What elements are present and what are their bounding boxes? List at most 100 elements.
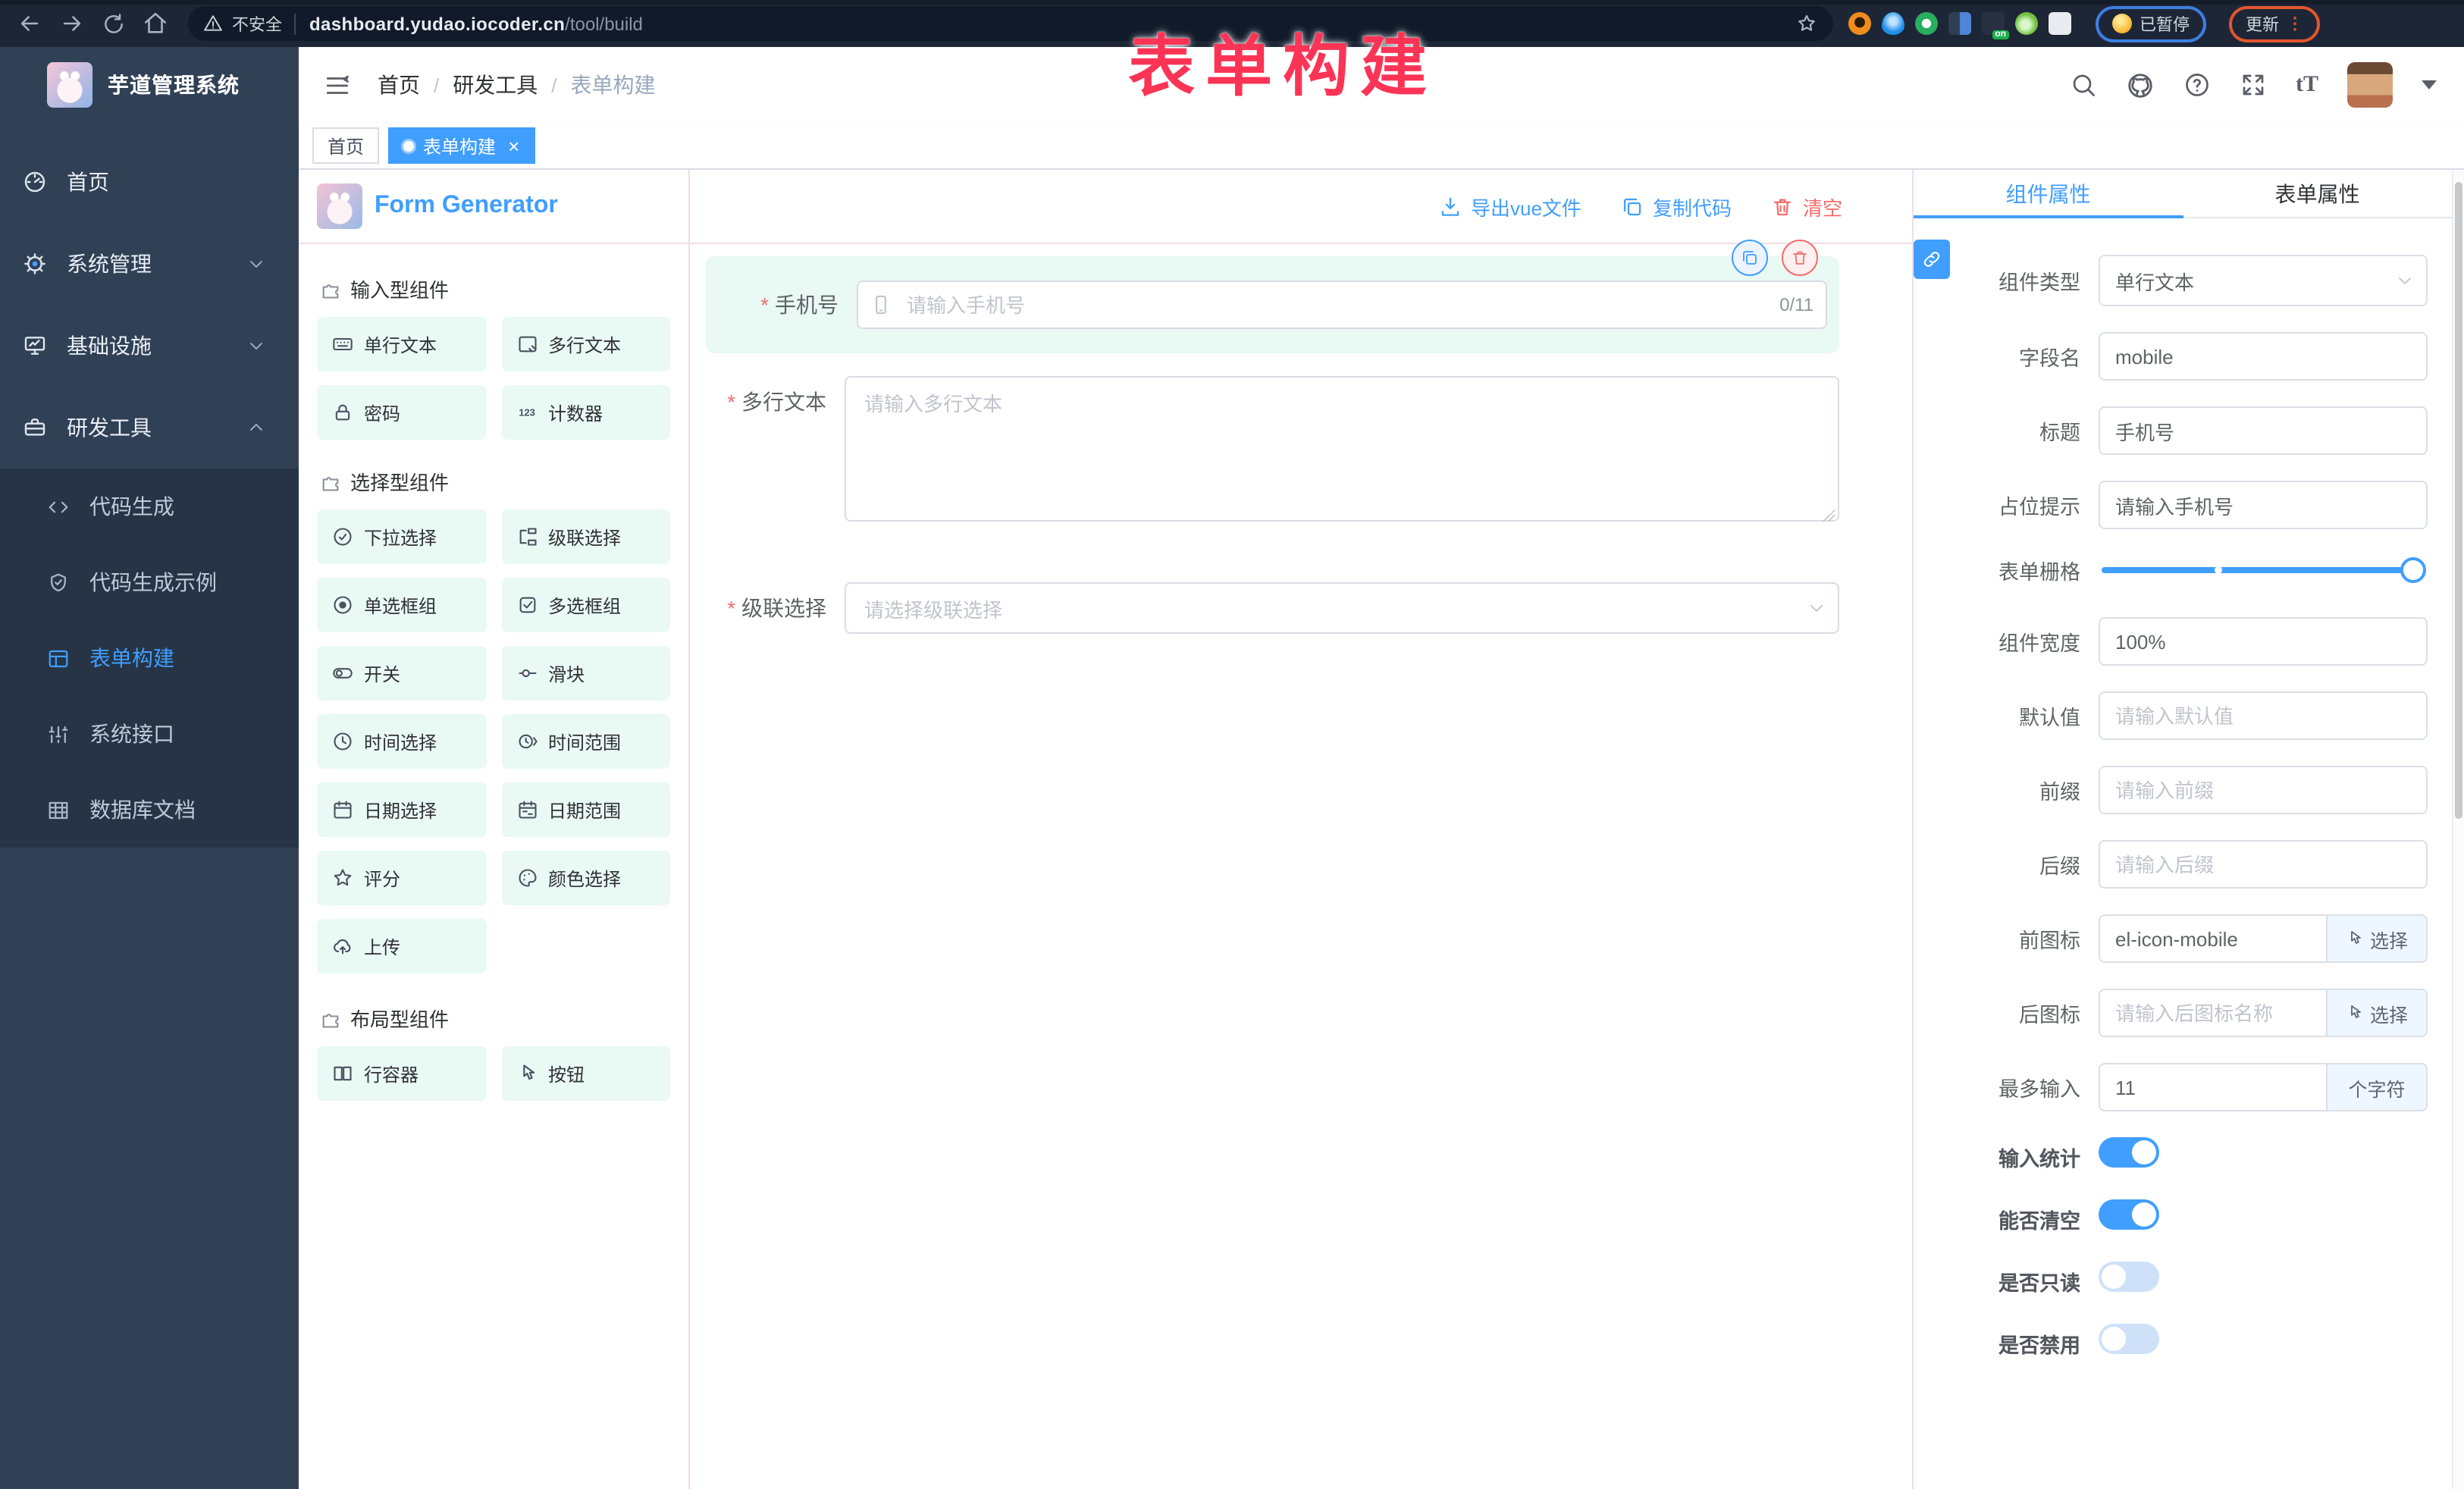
extension-icon[interactable] bbox=[2015, 12, 2038, 35]
palette-item-checkbox-group[interactable]: 多选框组 bbox=[501, 578, 670, 632]
form-grid-slider[interactable] bbox=[2102, 567, 2415, 573]
palette-item-cascader[interactable]: 级联选择 bbox=[501, 509, 670, 564]
github-icon[interactable] bbox=[2126, 71, 2155, 99]
pre-icon-input[interactable] bbox=[2099, 914, 2328, 963]
clear-button[interactable]: 清空 bbox=[1771, 192, 1842, 221]
help-icon[interactable] bbox=[2183, 71, 2211, 99]
browser-menu-icon[interactable]: ⋮ bbox=[2287, 14, 2303, 33]
palette-item-single-text[interactable]: 单行文本 bbox=[317, 317, 486, 371]
browser-forward-icon[interactable] bbox=[59, 11, 85, 36]
extension-icon[interactable] bbox=[1982, 12, 2005, 35]
copy-code-button[interactable]: 复制代码 bbox=[1621, 192, 1732, 221]
max-length-input[interactable] bbox=[2099, 1063, 2328, 1111]
chevron-up-icon bbox=[247, 418, 265, 437]
active-dot bbox=[403, 140, 414, 151]
sidebar-item-form-builder[interactable]: 表单构建 bbox=[0, 620, 299, 696]
close-icon[interactable]: × bbox=[508, 136, 519, 155]
sidebar-item-infra[interactable]: 基础设施 bbox=[0, 305, 299, 387]
title-input[interactable] bbox=[2099, 406, 2428, 455]
extension-icon[interactable] bbox=[1948, 12, 1971, 35]
palette-item-rate[interactable]: 评分 bbox=[317, 851, 486, 905]
palette-item-slider[interactable]: 滑块 bbox=[501, 646, 670, 701]
button-label: 复制代码 bbox=[1653, 192, 1732, 221]
palette-item-date-picker[interactable]: 日期选择 bbox=[317, 782, 486, 837]
palette-item-date-range[interactable]: 日期范围 bbox=[501, 782, 670, 837]
tab-form-props[interactable]: 表单属性 bbox=[2183, 170, 2452, 217]
palette-item-password[interactable]: 密码 bbox=[317, 385, 486, 440]
default-value-input[interactable] bbox=[2099, 691, 2428, 740]
chrome-update-button[interactable]: 更新⋮ bbox=[2229, 5, 2320, 42]
palette-item-button[interactable]: 按钮 bbox=[501, 1046, 670, 1101]
hamburger-icon[interactable] bbox=[323, 71, 352, 99]
palette-item-upload[interactable]: 上传 bbox=[317, 919, 486, 973]
placeholder-input[interactable] bbox=[2099, 481, 2428, 529]
user-avatar[interactable] bbox=[2347, 62, 2393, 108]
user-menu-caret-icon[interactable] bbox=[2422, 80, 2437, 89]
tag-form-builder[interactable]: 表单构建 × bbox=[388, 127, 534, 164]
palette-item-color-picker[interactable]: 颜色选择 bbox=[501, 851, 670, 905]
link-icon[interactable] bbox=[1914, 240, 1950, 279]
sidebar-item-api[interactable]: 系统接口 bbox=[0, 696, 299, 772]
palette-item-textarea[interactable]: 多行文本 bbox=[501, 317, 670, 371]
tab-component-props[interactable]: 组件属性 bbox=[1914, 170, 2183, 217]
duplicate-item-button[interactable] bbox=[1732, 240, 1768, 276]
pick-icon-button[interactable]: 选择 bbox=[2328, 989, 2428, 1037]
search-icon[interactable] bbox=[2070, 71, 2097, 99]
extension-icon[interactable] bbox=[1848, 12, 1871, 35]
browser-back-icon[interactable] bbox=[17, 11, 42, 36]
drawing-item-mobile[interactable]: 手机号 0/11 bbox=[705, 256, 1839, 353]
sidebar-item-codegen-example[interactable]: 代码生成示例 bbox=[0, 544, 299, 620]
sidebar-item-db-doc[interactable]: 数据库文档 bbox=[0, 772, 299, 848]
extensions-puzzle-icon[interactable] bbox=[2049, 12, 2071, 35]
toggle-readonly[interactable] bbox=[2099, 1262, 2159, 1292]
browser-refresh-icon[interactable] bbox=[102, 11, 126, 36]
mobile-input[interactable] bbox=[857, 281, 1827, 329]
palette-item-time-range[interactable]: 时间范围 bbox=[501, 714, 670, 769]
toggle-clearable[interactable] bbox=[2099, 1199, 2159, 1230]
breadcrumb-devtools[interactable]: 研发工具 bbox=[453, 70, 538, 100]
page-scrollbar[interactable] bbox=[2452, 170, 2464, 1489]
breadcrumb-home[interactable]: 首页 bbox=[378, 70, 420, 100]
font-size-icon[interactable]: tT bbox=[2296, 72, 2318, 98]
export-vue-button[interactable]: 导出vue文件 bbox=[1439, 192, 1582, 221]
suffix-input[interactable] bbox=[2099, 840, 2428, 889]
browser-home-icon[interactable] bbox=[143, 11, 168, 36]
palette-item-row-container[interactable]: 行容器 bbox=[317, 1046, 486, 1101]
palette-item-radio-group[interactable]: 单选框组 bbox=[317, 578, 486, 632]
slider-handle[interactable] bbox=[2400, 557, 2426, 583]
extension-icon[interactable] bbox=[1882, 12, 1904, 35]
scrollbar-thumb[interactable] bbox=[2455, 182, 2462, 819]
prefix-input[interactable] bbox=[2099, 766, 2428, 814]
profile-paused-badge[interactable]: 已暂停 bbox=[2096, 5, 2206, 42]
multiline-textarea[interactable] bbox=[845, 376, 1839, 522]
sidebar-item-home[interactable]: 首页 bbox=[0, 141, 299, 223]
pick-icon-button[interactable]: 选择 bbox=[2328, 914, 2428, 963]
sidebar-item-devtools[interactable]: 研发工具 bbox=[0, 387, 299, 469]
security-label[interactable]: 不安全 bbox=[232, 11, 282, 36]
drawing-item-cascader[interactable]: 级联选择 请选择级联选择 bbox=[705, 582, 1839, 634]
drawing-item-textarea[interactable]: 多行文本 bbox=[705, 376, 1839, 529]
sidebar-item-codegen[interactable]: 代码生成 bbox=[0, 469, 299, 544]
address-bar[interactable]: 不安全 dashboard.yudao.iocoder.cn/tool/buil… bbox=[188, 6, 1833, 41]
palette-item-counter[interactable]: 123计数器 bbox=[501, 385, 670, 440]
bookmark-star-icon[interactable] bbox=[1795, 12, 1818, 35]
palette-item-select[interactable]: 下拉选择 bbox=[317, 509, 486, 564]
post-icon-input[interactable] bbox=[2099, 989, 2328, 1037]
item-actions bbox=[1732, 240, 1818, 276]
palette-item-time-picker[interactable]: 时间选择 bbox=[317, 714, 486, 769]
app-logo-row[interactable]: 芋道管理系统 bbox=[0, 47, 299, 123]
component-type-select[interactable]: 单行文本 bbox=[2099, 255, 2428, 306]
field-name-input[interactable] bbox=[2099, 332, 2428, 381]
extension-icon[interactable] bbox=[1915, 12, 1938, 35]
palette-item-switch[interactable]: 开关 bbox=[317, 646, 486, 701]
component-width-input[interactable] bbox=[2099, 617, 2428, 666]
sidebar-item-system[interactable]: 系统管理 bbox=[0, 223, 299, 305]
fullscreen-icon[interactable] bbox=[2240, 71, 2267, 99]
resize-handle[interactable] bbox=[1823, 509, 1835, 522]
delete-item-button[interactable] bbox=[1782, 240, 1818, 276]
toggle-disabled[interactable] bbox=[2099, 1324, 2159, 1354]
button-label: 导出vue文件 bbox=[1471, 192, 1582, 221]
tag-home[interactable]: 首页 bbox=[312, 127, 379, 164]
toggle-input-statistics[interactable] bbox=[2099, 1137, 2159, 1168]
cascader-select[interactable]: 请选择级联选择 bbox=[845, 582, 1839, 634]
